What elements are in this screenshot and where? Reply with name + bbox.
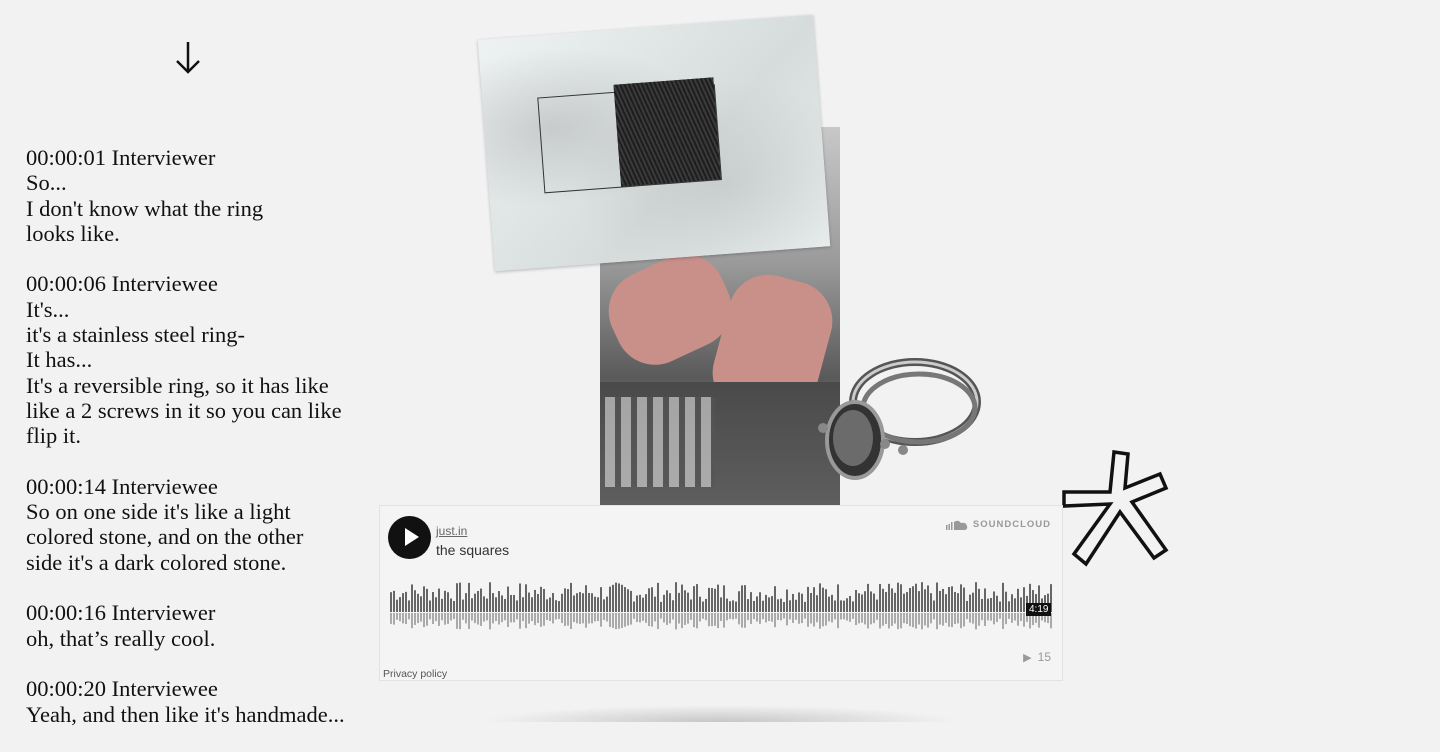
privacy-policy-link[interactable]: Privacy policy: [383, 668, 447, 680]
soundcloud-player: just.in the squares SOUNDCLOUD 4:19 ▶ 15…: [379, 505, 1063, 681]
transcript-line: side it's a dark colored stone.: [26, 549, 287, 575]
arrow-down-icon: [176, 42, 200, 74]
play-count-value: 15: [1037, 650, 1051, 664]
transcript-entry: 00:00:14 Interviewee So on one side it's…: [26, 474, 366, 575]
transcript-line: I don't know what the ring: [26, 195, 264, 221]
paper-sketch-image: [477, 14, 831, 272]
transcript-line: It's a reversible ring, so it has like: [26, 372, 329, 398]
waveform[interactable]: [390, 576, 1052, 636]
transcript-line: colored stone, and on the other: [26, 524, 304, 550]
soundcloud-cloud-icon: [945, 520, 968, 530]
timestamp-speaker: 00:00:14 Interviewee: [26, 473, 218, 499]
transcript-line: oh, that’s really cool.: [26, 625, 216, 651]
transcript-entry: 00:00:16 Interviewer oh, that’s really c…: [26, 600, 366, 651]
interview-transcript: 00:00:01 Interviewer So... I don't know …: [26, 145, 366, 752]
asterisk-icon: [1062, 450, 1169, 567]
timestamp-speaker: 00:00:06 Interviewee: [26, 271, 218, 297]
play-count-icon: ▶: [1023, 651, 1032, 664]
bottom-shadow: [480, 705, 960, 722]
track-title[interactable]: the squares: [436, 542, 509, 558]
transcript-line: It has...: [26, 347, 93, 373]
transcript-line: it's a stainless steel ring-: [26, 322, 246, 348]
timestamp-speaker: 00:00:01 Interviewer: [26, 145, 216, 170]
track-duration: 4:19: [1026, 603, 1052, 616]
transcript-line: like a 2 screws in it so you can like: [26, 397, 342, 423]
play-count: ▶ 15: [1023, 650, 1051, 664]
transcript-line: flip it.: [26, 423, 81, 449]
timestamp-speaker: 00:00:16 Interviewer: [26, 600, 216, 626]
soundcloud-logo[interactable]: SOUNDCLOUD: [945, 519, 1051, 530]
transcript-line: So...: [26, 170, 67, 196]
transcript-entry: 00:00:06 Interviewee It's... it's a stai…: [26, 271, 366, 448]
transcript-entry: 00:00:01 Interviewer So... I don't know …: [26, 145, 366, 246]
artist-link[interactable]: just.in: [436, 524, 467, 538]
play-button[interactable]: [388, 516, 431, 559]
soundcloud-brand-label: SOUNDCLOUD: [972, 519, 1051, 530]
transcript-entry: 00:00:20 Interviewee Yeah, and then like…: [26, 676, 366, 727]
transcript-line: It's...: [26, 296, 70, 322]
timestamp-speaker: 00:00:20 Interviewee: [26, 676, 218, 702]
transcript-line: looks like.: [26, 220, 120, 246]
transcript-line: So on one side it's like a light: [26, 499, 291, 525]
ring-image: [818, 358, 981, 480]
transcript-line: Yeah, and then like it's handmade...: [26, 701, 345, 727]
